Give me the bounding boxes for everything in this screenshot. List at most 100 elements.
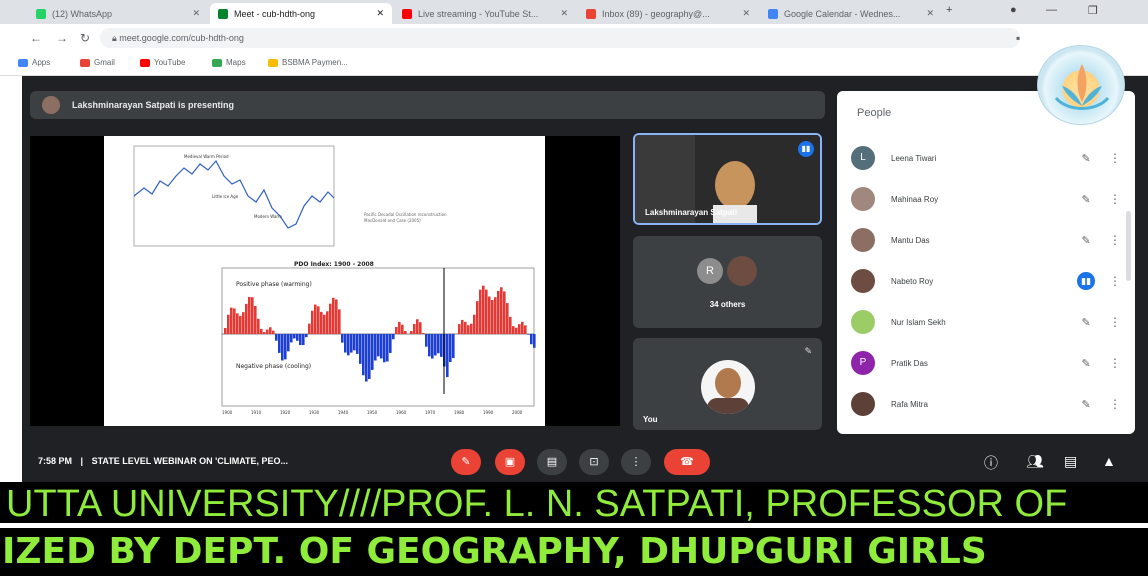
more-options-icon[interactable]: ⋮ [1109, 151, 1121, 165]
pdo-bar [389, 334, 392, 353]
chat-icon[interactable]: ▤ [1064, 453, 1077, 470]
camera-off-button[interactable]: ▣ [495, 449, 525, 475]
close-icon[interactable]: ✕ [186, 8, 200, 19]
bookmark-youtube[interactable]: YouTube [140, 58, 185, 67]
participant-row[interactable]: L Leena Tiwari ✎ ⋮ [851, 143, 1121, 173]
present-now-button[interactable]: ⊡ [579, 449, 609, 475]
bookmark-apps[interactable]: Apps [18, 58, 50, 67]
people-scrollbar[interactable] [1126, 211, 1131, 281]
pdo-bar [308, 323, 311, 334]
pdo-bar [371, 334, 374, 370]
more-options-icon[interactable]: ⋮ [1109, 315, 1121, 329]
calendar-icon [768, 8, 778, 19]
pdo-bar [425, 334, 428, 347]
pdo-bar [314, 304, 317, 334]
participant-row[interactable]: P Pratik Das ✎ ⋮ [851, 348, 1121, 378]
profile-icon[interactable]: ● [1010, 4, 1017, 16]
participant-row[interactable]: Nur Islam Sekh ✎ ⋮ [851, 307, 1121, 337]
participant-row[interactable]: Nabeto Roy ▮▮ ⋮ [851, 266, 1121, 296]
more-options-icon[interactable]: ⋮ [1109, 233, 1121, 247]
participant-row[interactable]: Rafa Mitra ✎ ⋮ [851, 389, 1121, 419]
pdo-bar [524, 325, 527, 334]
pdo-bar [293, 334, 296, 339]
pdo-bar [518, 324, 521, 334]
tab-whatsapp[interactable]: (12) WhatsApp ✕ [28, 3, 208, 24]
mic-active-icon[interactable]: ▮▮ [1077, 272, 1095, 290]
forward-icon[interactable]: → [56, 31, 68, 45]
pdo-bar [332, 297, 335, 334]
pdo-bar [365, 334, 368, 382]
pdo-bar [512, 326, 515, 334]
tab-gmail[interactable]: Inbox (89) - geography@... ✕ [578, 3, 758, 24]
pdo-bar [440, 334, 443, 357]
participant-row[interactable]: Mahinaa Roy ✎ ⋮ [851, 184, 1121, 214]
pdo-bar [374, 334, 377, 361]
presentation-slide: Medieval Warm Period Little Ice Age Mode… [104, 136, 545, 426]
mic-off-icon[interactable]: ✎ [1077, 316, 1095, 329]
mic-off-icon[interactable]: ✎ [1077, 152, 1095, 165]
avatar [727, 256, 757, 286]
avatar [851, 187, 875, 211]
leave-call-button[interactable]: ☎ [664, 449, 710, 475]
mic-off-icon[interactable]: ✎ [1077, 398, 1095, 411]
info-icon[interactable]: ⓘ [984, 453, 998, 473]
video-tile-self[interactable]: ✎ You [633, 338, 822, 430]
pdo-bar [245, 303, 248, 334]
address-bar-row: ← → ↻ 🔒︎ meet.google.com/cub-hdth-ong ▪ [0, 24, 1148, 52]
pdo-bar [476, 301, 479, 334]
avatar: P [851, 351, 875, 375]
close-icon[interactable]: ✕ [736, 8, 750, 19]
close-icon[interactable]: ✕ [920, 8, 934, 19]
pdo-bar [281, 334, 284, 361]
participant-name: Mahinaa Roy [891, 194, 939, 204]
close-icon[interactable]: ✕ [370, 8, 384, 19]
activities-icon[interactable]: ▲ [1102, 453, 1116, 469]
more-options-icon[interactable]: ⋮ [1109, 356, 1121, 370]
mic-off-icon[interactable]: ✎ [1077, 193, 1095, 206]
pdo-bar [401, 324, 404, 334]
youtube-icon [140, 58, 150, 67]
reload-icon[interactable]: ↻ [80, 31, 90, 45]
pdo-bar [362, 334, 365, 376]
more-options-button[interactable]: ⋮ [621, 449, 651, 475]
new-tab-button[interactable]: + [946, 4, 952, 16]
maximize-icon[interactable]: ❐ [1088, 4, 1098, 17]
pdo-bar [395, 326, 398, 334]
pdo-bar [383, 334, 386, 363]
bookmark-bsbma[interactable]: BSBMA Paymen... [268, 58, 348, 67]
bookmark-maps[interactable]: Maps [212, 58, 246, 67]
more-options-icon[interactable]: ⋮ [1109, 397, 1121, 411]
extension-icon[interactable]: ▪ [1016, 31, 1020, 45]
pdo-bar [419, 322, 422, 334]
pdo-bar [515, 327, 518, 334]
participant-name: Leena Tiwari [891, 153, 937, 163]
video-tile-others[interactable]: R 34 others [633, 236, 822, 328]
bookmark-gmail[interactable]: Gmail [80, 58, 115, 67]
mic-off-icon[interactable]: ✎ [1077, 234, 1095, 247]
url-input[interactable]: 🔒︎ meet.google.com/cub-hdth-ong [100, 28, 1020, 48]
minimize-icon[interactable]: — [1046, 4, 1057, 16]
meeting-details[interactable]: 7:58 PM | STATE LEVEL WEBINAR ON 'CLIMAT… [38, 456, 288, 466]
pdo-bar [275, 334, 278, 341]
pdo-bar [467, 325, 470, 334]
slide-chart-title: PDO Index: 1900 - 2008 [294, 261, 374, 268]
participant-row[interactable]: Mantu Das ✎ ⋮ [851, 225, 1121, 255]
pdo-bar [449, 334, 452, 362]
pdo-bar [386, 334, 389, 362]
mic-off-button[interactable]: ✎ [451, 449, 481, 475]
more-options-icon[interactable]: ⋮ [1109, 274, 1121, 288]
pdo-bar [257, 318, 260, 334]
pdo-bar [242, 312, 245, 334]
video-tile-presenter[interactable]: ▮▮ Lakshminarayan Satpati [633, 133, 822, 225]
close-icon[interactable]: ✕ [554, 8, 568, 19]
svg-text:Pacific Decadal Oscillation re: Pacific Decadal Oscillation reconstructi… [364, 212, 447, 217]
people-icon[interactable]: 👥︎ [1026, 453, 1044, 470]
back-icon[interactable]: ← [30, 31, 42, 45]
tab-calendar[interactable]: Google Calendar - Wednes... ✕ [760, 3, 942, 24]
slide-chart: Medieval Warm Period Little Ice Age Mode… [133, 145, 536, 415]
tab-meet[interactable]: Meet - cub-hdth-ong ✕ [210, 3, 392, 24]
more-options-icon[interactable]: ⋮ [1109, 192, 1121, 206]
tab-youtube[interactable]: Live streaming - YouTube St... ✕ [394, 3, 576, 24]
mic-off-icon[interactable]: ✎ [1077, 357, 1095, 370]
captions-button[interactable]: ▤ [537, 449, 567, 475]
